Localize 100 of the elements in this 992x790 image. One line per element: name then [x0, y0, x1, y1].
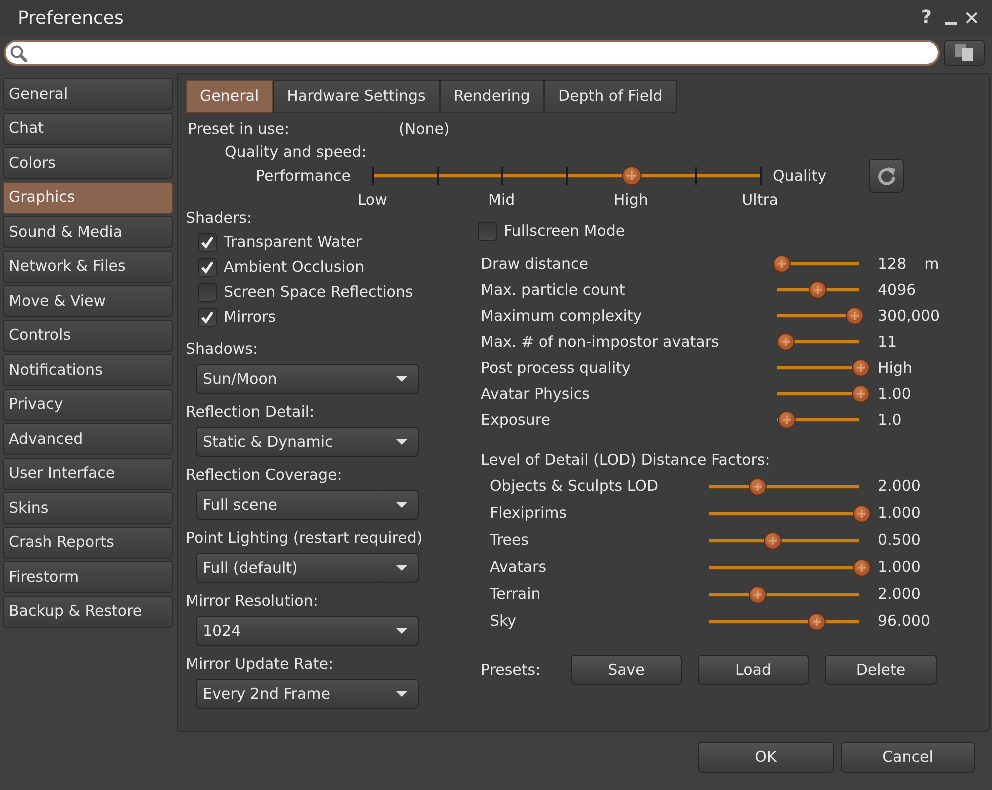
slider-label: Max. # of non-impostor avatars: [481, 332, 720, 351]
close-icon[interactable]: [966, 12, 978, 24]
sidebar-item[interactable]: Backup & Restore: [3, 596, 173, 628]
slider-thumb[interactable]: [809, 281, 828, 299]
minimize-icon[interactable]: [945, 22, 957, 24]
field-label: Reflection Coverage:: [186, 464, 342, 486]
slider-label: Exposure: [481, 410, 550, 429]
tick-label: High: [614, 190, 648, 211]
sidebar-item[interactable]: Firestorm: [3, 561, 173, 593]
sidebar-item[interactable]: User Interface: [3, 458, 173, 490]
slider-thumb[interactable]: [853, 504, 871, 522]
caret-icon: [396, 439, 408, 445]
checkbox-label: Transparent Water: [224, 232, 362, 254]
slider-thumb[interactable]: [852, 359, 870, 377]
tick-mark: [372, 167, 374, 185]
slider-label: Avatars: [490, 558, 547, 576]
checkbox-label: Screen Space Reflections: [224, 282, 414, 304]
slider-label: Post process quality: [481, 358, 631, 377]
slider-thumb[interactable]: [853, 558, 871, 576]
sidebar-item[interactable]: Graphics: [3, 182, 173, 214]
reset-icon: [876, 166, 896, 186]
slider-label: Draw distance: [481, 254, 589, 273]
sidebar-item[interactable]: Skins: [3, 492, 173, 524]
tab[interactable]: General: [186, 80, 274, 113]
checkbox[interactable]: [198, 233, 217, 252]
section-label: Quality and speed:: [225, 142, 367, 163]
tick-mark: [760, 167, 762, 185]
field-label: Mirror Update Rate:: [186, 654, 334, 675]
dialog-button[interactable]: Cancel: [841, 742, 975, 773]
reset-button[interactable]: [869, 159, 904, 193]
slider-thumb[interactable]: [748, 586, 767, 604]
copy-button[interactable]: [944, 40, 985, 66]
dropdown[interactable]: Every 2nd Frame: [196, 679, 419, 709]
slider-thumb[interactable]: [778, 411, 796, 429]
section-label: Level of Detail (LOD) Distance Factors:: [481, 450, 770, 471]
caret-icon: [396, 502, 408, 508]
slider-thumb[interactable]: [808, 612, 826, 630]
checkmark-icon: [201, 311, 214, 324]
tick-mark: [566, 167, 568, 185]
tab[interactable]: Rendering: [440, 80, 544, 113]
sidebar-item[interactable]: Move & View: [3, 285, 173, 317]
checkbox-label: Fullscreen Mode: [504, 220, 626, 242]
field-label: Mirror Resolution:: [186, 590, 318, 612]
slider-thumb[interactable]: [764, 532, 782, 550]
presets-label: Presets:: [481, 660, 541, 679]
slider-label: Trees: [490, 531, 530, 550]
dropdown[interactable]: Full (default): [196, 553, 419, 583]
slider-value: 1.000: [878, 503, 921, 524]
tick-label: Low: [358, 190, 388, 211]
slider-value: 2.000: [878, 584, 921, 606]
tab[interactable]: Depth of Field: [544, 80, 677, 113]
sidebar-item[interactable]: Colors: [3, 147, 173, 179]
slider-value: 1.0: [878, 410, 902, 431]
slider-value: 2.000: [878, 476, 921, 498]
window-title: Preferences: [18, 6, 124, 30]
slider-label: Avatar Physics: [481, 384, 590, 403]
slider-thumb[interactable]: [852, 385, 870, 403]
preset-button[interactable]: Save: [571, 655, 682, 685]
field-label: Shadows:: [186, 338, 258, 360]
preset-button[interactable]: Load: [698, 655, 809, 685]
slider-label: Maximum complexity: [481, 306, 642, 325]
slider-thumb[interactable]: [846, 307, 864, 325]
tick-label: Mid: [488, 190, 516, 211]
preset-button[interactable]: Delete: [825, 655, 937, 685]
checkbox[interactable]: [478, 222, 497, 240]
sidebar-item[interactable]: Network & Files: [3, 250, 173, 282]
slider-thumb[interactable]: [773, 255, 791, 273]
slider-thumb[interactable]: [776, 333, 795, 351]
dropdown[interactable]: Static & Dynamic: [196, 427, 419, 457]
slider-label: Objects & Sculpts LOD: [490, 477, 659, 496]
field-label: Reflection Detail:: [186, 402, 315, 423]
sidebar-item[interactable]: Chat: [3, 112, 173, 144]
slider-value: 300,000: [878, 306, 940, 327]
search-icon: [10, 44, 27, 62]
help-button[interactable]: ?: [922, 9, 932, 27]
sidebar-item[interactable]: Crash Reports: [3, 526, 173, 558]
dropdown[interactable]: 1024: [196, 616, 419, 646]
checkbox[interactable]: [198, 258, 217, 277]
dialog-button[interactable]: OK: [698, 742, 834, 773]
preset-label: Preset in use:: [188, 120, 290, 138]
search-field[interactable]: [4, 40, 940, 66]
slider-value: 11: [878, 332, 898, 353]
sidebar-item[interactable]: General: [3, 78, 173, 110]
dropdown[interactable]: Full scene: [196, 490, 419, 520]
slider-thumb[interactable]: [748, 478, 767, 496]
tab[interactable]: Hardware Settings: [273, 80, 440, 113]
slider-end-label: Quality: [773, 166, 827, 187]
slider-thumb[interactable]: [622, 166, 642, 186]
sidebar-item[interactable]: Notifications: [3, 354, 173, 386]
checkbox[interactable]: [198, 283, 217, 302]
tick-mark: [501, 167, 504, 185]
sidebar-item[interactable]: Sound & Media: [3, 216, 173, 248]
sidebar-item[interactable]: Controls: [3, 320, 173, 352]
checkbox[interactable]: [198, 308, 217, 327]
slider-value: 4096: [878, 280, 916, 301]
unit-label: m: [924, 254, 940, 275]
dropdown[interactable]: Sun/Moon: [196, 364, 419, 394]
slider-value: 1.00: [878, 384, 912, 405]
sidebar-item[interactable]: Privacy: [3, 388, 173, 420]
sidebar-item[interactable]: Advanced: [3, 423, 173, 455]
